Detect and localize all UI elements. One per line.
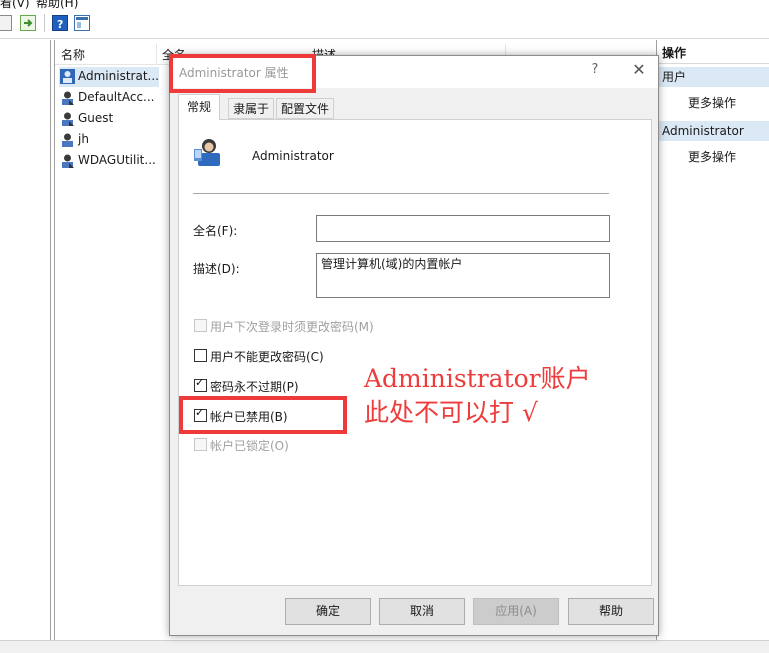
list-item[interactable]: Guest	[59, 109, 159, 129]
export-list-icon[interactable]	[20, 15, 36, 31]
user-icon	[62, 154, 74, 168]
user-icon	[62, 133, 73, 147]
actions-header: 操作	[658, 44, 769, 64]
apply-button[interactable]: 应用(A)	[473, 598, 559, 625]
svg-text:?: ?	[57, 18, 63, 30]
menu-help[interactable]: 帮助(H)	[36, 0, 78, 10]
checkmark-icon: ✓	[195, 376, 205, 389]
list-item[interactable]: jh	[59, 130, 159, 150]
actions-section-users[interactable]: 用户	[658, 67, 769, 87]
divider	[193, 193, 609, 194]
column-name[interactable]: 名称	[61, 46, 85, 63]
user-icon	[60, 69, 75, 84]
show-hide-pane-icon[interactable]	[74, 15, 90, 31]
annotation-line-2: 此处不可以打 √	[364, 398, 538, 427]
annotation-text: Administrator账户 此处不可以打 √	[364, 362, 624, 430]
tab-profile[interactable]: 配置文件	[276, 98, 334, 119]
annotation-line-1: Administrator账户	[364, 364, 591, 393]
title-highlight-box	[169, 54, 316, 93]
menu-bar: 看(V) 帮助(H)	[0, 0, 769, 10]
help-icon[interactable]: ?	[52, 15, 68, 31]
fullname-label: 全名(F):	[193, 224, 238, 238]
help-icon[interactable]: ?	[588, 62, 602, 80]
menu-view[interactable]: 看(V)	[0, 0, 30, 10]
account-locked-checkbox[interactable]: 帐户已锁定(O)	[194, 437, 324, 453]
cancel-button[interactable]: 取消	[379, 598, 465, 625]
tab-general[interactable]: 常规	[178, 94, 220, 120]
user-icon	[62, 112, 74, 126]
user-icon	[194, 139, 220, 166]
fullname-input[interactable]	[316, 215, 610, 242]
status-bar	[0, 640, 769, 653]
toolbar: ?	[0, 10, 769, 39]
toolbar-separator	[44, 14, 45, 32]
ok-button[interactable]: 确定	[285, 598, 371, 625]
cannot-change-password-checkbox[interactable]: 用户不能更改密码(C)	[194, 348, 344, 364]
help-button[interactable]: 帮助	[568, 598, 654, 625]
description-input[interactable]: 管理计算机(域)的内置帐户	[316, 253, 610, 298]
password-never-expires-checkbox[interactable]: ✓ 密码永不过期(P)	[194, 376, 324, 394]
list-item[interactable]: WDAGUtilit...	[59, 151, 159, 171]
close-icon[interactable]: ✕	[629, 60, 649, 80]
list-item[interactable]: DefaultAcc...	[59, 88, 159, 108]
more-actions-administrator[interactable]: 更多操作	[688, 148, 736, 165]
list-item[interactable]: Administrat...	[59, 67, 159, 87]
description-label: 描述(D):	[193, 262, 240, 276]
disabled-checkbox-highlight-box	[179, 396, 347, 434]
properties-icon[interactable]	[0, 15, 12, 31]
must-change-password-checkbox[interactable]: 用户下次登录时须更改密码(M)	[194, 318, 384, 334]
user-icon	[62, 91, 74, 105]
console-tree-pane	[0, 40, 51, 640]
user-name: Administrator	[252, 149, 334, 163]
actions-section-administrator[interactable]: Administrator	[658, 121, 769, 141]
tab-member-of[interactable]: 隶属于	[228, 98, 274, 119]
administrator-properties-dialog: Administrator 属性 ? ✕ 常规 隶属于 配置文件 Adminis…	[169, 55, 659, 636]
more-actions-users[interactable]: 更多操作	[688, 94, 736, 111]
